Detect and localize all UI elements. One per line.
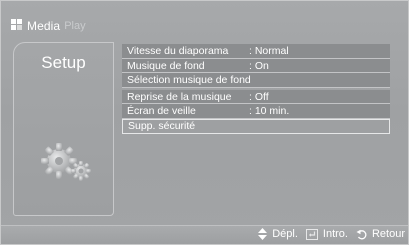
menu-item-background-music[interactable]: Musique de fond : On bbox=[122, 58, 390, 73]
menu-item-music-resume[interactable]: Reprise de la musique : Off bbox=[122, 89, 390, 104]
enter-icon bbox=[305, 228, 318, 240]
menu-item-label: Écran de veille bbox=[127, 105, 196, 117]
menu-item-label: Reprise de la musique bbox=[127, 90, 232, 103]
menu-item-value: : On bbox=[249, 59, 269, 72]
menu-item-label: Vitesse du diaporama bbox=[127, 45, 229, 57]
return-icon bbox=[356, 229, 367, 239]
setup-menu: Vitesse du diaporama : Normal Musique de… bbox=[122, 44, 390, 134]
setup-panel: Setup bbox=[13, 42, 114, 216]
menu-item-value: : Normal bbox=[249, 45, 289, 57]
menu-item-value: : Off bbox=[249, 90, 269, 103]
return-hint[interactable]: Retour bbox=[356, 228, 405, 240]
menu-item-screensaver[interactable]: Écran de veille : 10 min. bbox=[122, 104, 390, 119]
media-logo-icon bbox=[11, 19, 25, 33]
menu-item-label: Sélection musique de fond bbox=[127, 74, 251, 86]
move-label: Dépl. bbox=[272, 228, 298, 240]
gears-icon bbox=[41, 143, 91, 181]
menu-item-label: Supp. sécurité bbox=[128, 119, 196, 132]
logo-subtext: Play bbox=[64, 20, 86, 32]
enter-hint[interactable]: Intro. bbox=[305, 228, 348, 240]
media-play-logo: Media Play bbox=[11, 17, 86, 35]
updown-arrows-icon bbox=[258, 228, 268, 240]
logo-text: Media bbox=[27, 19, 61, 33]
move-hint[interactable]: Dépl. bbox=[258, 228, 298, 240]
media-play-screen: Media Play Setup Vitesse du diaporama: … bbox=[0, 0, 409, 245]
navigation-hint-bar: Dépl. Intro. Retour bbox=[1, 225, 408, 244]
menu-item-safe-remove[interactable]: Supp. sécurité bbox=[122, 118, 390, 134]
navigation-hints: Dépl. Intro. Retour bbox=[250, 228, 405, 240]
enter-label: Intro. bbox=[322, 228, 348, 240]
return-label: Retour bbox=[371, 228, 405, 240]
menu-item-value: : 10 min. bbox=[249, 105, 290, 117]
menu-item-slideshow-speed[interactable]: Vitesse du diaporama : Normal bbox=[122, 44, 390, 59]
menu-item-label: Musique de fond bbox=[127, 59, 205, 72]
menu-item-background-music-selection[interactable]: Sélection musique de fond bbox=[122, 73, 390, 88]
setup-title: Setup bbox=[41, 53, 86, 72]
